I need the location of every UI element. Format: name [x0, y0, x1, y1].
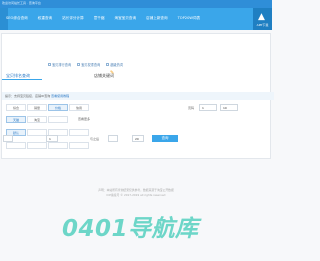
range-option-3[interactable]	[48, 142, 68, 149]
slider-left[interactable]	[3, 135, 13, 142]
sort-comprehensive[interactable]: 综合	[6, 104, 26, 111]
range-option-1[interactable]	[6, 142, 26, 149]
tab-item-rank[interactable]: 宝贝排名查询	[2, 71, 42, 80]
sort-credit[interactable]: 信用	[69, 104, 89, 111]
top-bar-text: 欢迎访问站长工具 · 查询平台	[2, 1, 41, 5]
quick-links: 宝贝排行查询 宝贝权重查询 超级热词	[48, 62, 123, 67]
submit-button[interactable]: 查询	[152, 135, 178, 142]
nav-item-score[interactable]: 站长评分计算	[62, 16, 84, 21]
platform-other[interactable]	[48, 116, 68, 123]
main-nav: SEO综合查询 权重查询 站长评分计算 意千缩 淘宝宝贝查询 店铺上新查询 TO…	[0, 8, 272, 30]
platform-tmall[interactable]: 天猫	[6, 116, 26, 123]
quick-link-rank[interactable]: 宝贝排行查询	[48, 62, 71, 67]
watermark: 0401导航库	[62, 216, 199, 242]
footer-disclaimer: 声明：本站所有查询结果仅供参考，数据来源于淘宝公开数据	[98, 188, 174, 192]
compare-input[interactable]	[108, 135, 118, 142]
range-option-2[interactable]	[27, 142, 47, 149]
compare-label: 与之后	[90, 137, 100, 141]
tutorial-link[interactable]: 查看使用教程	[51, 94, 69, 98]
nav-item-tool[interactable]: 意千缩	[94, 16, 105, 21]
page-label: 页码	[188, 106, 195, 110]
android-icon: ▲	[258, 12, 265, 22]
nav-item-top20w[interactable]: TOP20W词表	[178, 16, 201, 21]
top-bar: 欢迎访问站长工具 · 查询平台	[0, 0, 272, 8]
hint-bar: 提示：支持宝贝链接、店铺ID查询 查看使用教程	[2, 92, 274, 100]
app-download-label: APP下载	[256, 23, 269, 27]
more-filters-link[interactable]: 查看更多	[72, 116, 96, 123]
pencil-icon: ✎	[110, 70, 115, 76]
checkbox-icon	[106, 63, 110, 66]
nav-item-taobao[interactable]: 淘宝宝贝查询	[114, 16, 136, 21]
range-option-4[interactable]	[69, 142, 89, 149]
checkbox-icon	[48, 63, 51, 66]
quick-link-hotword[interactable]: 超级热词	[106, 62, 123, 67]
nav-item-seo[interactable]: SEO综合查询	[6, 16, 28, 21]
app-download-button[interactable]: ▲ APP下载	[253, 8, 272, 30]
checkbox-icon	[77, 63, 81, 66]
range-input[interactable]: 1	[46, 135, 58, 142]
sort-price[interactable]: 价格	[48, 104, 68, 111]
sort-sales[interactable]: 销量	[27, 104, 47, 111]
order-option-4[interactable]	[69, 129, 89, 136]
nav-item-weight[interactable]: 权重查询	[38, 16, 52, 21]
order-option-2[interactable]	[27, 129, 47, 136]
query-panel: 宝贝排行查询 宝贝权重查询 超级热词 宝贝排名查询 店铺关键词 ✎ 提示：支持宝…	[1, 33, 274, 159]
query-tabs: 宝贝排名查询 店铺关键词	[2, 71, 118, 80]
count-input[interactable]: 20	[132, 135, 144, 142]
nav-item-shop[interactable]: 店铺上新查询	[146, 16, 168, 21]
platform-taobao[interactable]: 淘宝	[27, 116, 47, 123]
footer-copyright: ICP备案号 © 2017-2019 all rights reserved	[106, 193, 166, 197]
page-from-input[interactable]: 1	[199, 104, 217, 111]
page-to-input[interactable]: 10	[220, 104, 238, 111]
quick-link-weight[interactable]: 宝贝权重查询	[77, 62, 100, 67]
